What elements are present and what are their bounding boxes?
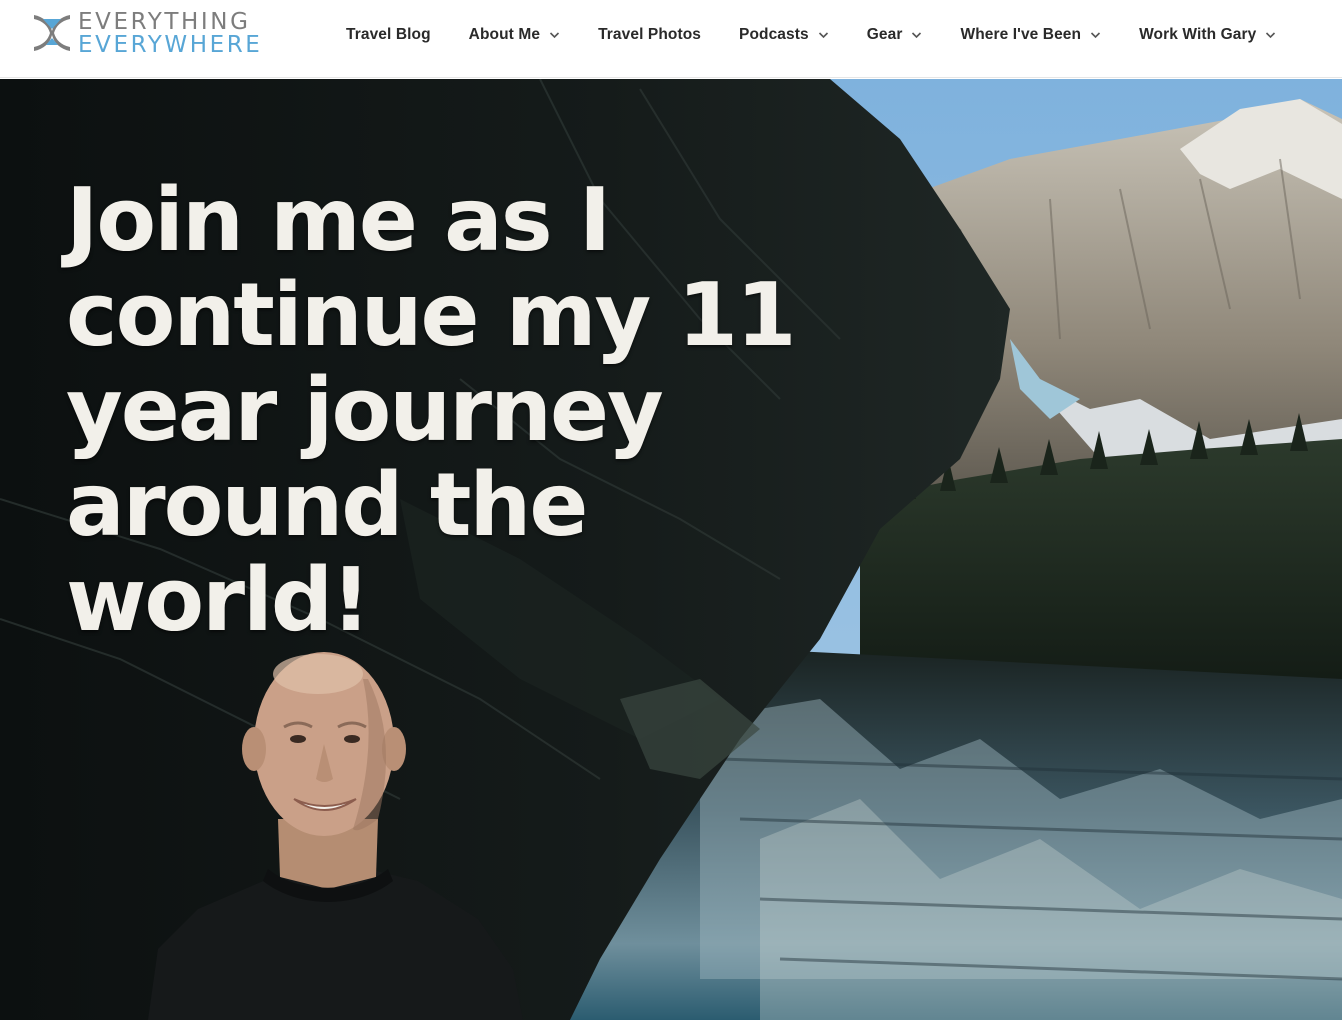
chevron-down-icon: [911, 31, 922, 39]
logo-text-bottom: EVERYWHERE: [78, 32, 263, 58]
smiling-man-portrait: [148, 652, 523, 1020]
chevron-down-icon: [549, 31, 560, 39]
nav-item-travel-blog[interactable]: Travel Blog: [346, 15, 431, 55]
nav-item-label: Work With Gary: [1139, 26, 1257, 43]
nav-item-gear[interactable]: Gear: [867, 15, 923, 55]
headline-line: continue my 11: [66, 264, 797, 366]
nav-item-label: Travel Blog: [346, 26, 431, 43]
headline-line: year journey: [66, 359, 664, 461]
nav-item-label: Travel Photos: [598, 26, 702, 43]
headline-line: Join me as I: [66, 169, 611, 271]
chevron-down-icon: [818, 31, 829, 39]
site-logo[interactable]: EVERYTHING EVERYWHERE: [30, 10, 300, 58]
nav-item-work-with-gary[interactable]: Work With Gary: [1139, 15, 1276, 55]
chevron-down-icon: [1090, 31, 1101, 39]
hourglass-logo-icon: [34, 15, 70, 51]
nav-item-where-ive-been[interactable]: Where I've Been: [960, 15, 1101, 55]
hero-banner: Join me as I continue my 11 year journey…: [0, 79, 1342, 1020]
logo-text-top: EVERYTHING: [78, 9, 251, 35]
nav-item-label: Podcasts: [739, 26, 809, 43]
nav-item-travel-photos[interactable]: Travel Photos: [598, 15, 701, 55]
nav-item-about-me[interactable]: About Me: [469, 15, 560, 55]
nav-item-label: Where I've Been: [960, 26, 1082, 43]
nav-item-podcasts[interactable]: Podcasts: [739, 15, 829, 55]
chevron-down-icon: [1265, 31, 1276, 39]
nav-item-label: About Me: [468, 26, 541, 43]
main-nav: Travel Blog About Me Travel Photos Podca…: [346, 0, 1276, 70]
nav-item-label: Gear: [866, 26, 903, 43]
site-header: EVERYTHING EVERYWHERE Travel Blog About …: [0, 0, 1342, 78]
hero-headline: Join me as I continue my 11 year journey…: [66, 173, 886, 648]
